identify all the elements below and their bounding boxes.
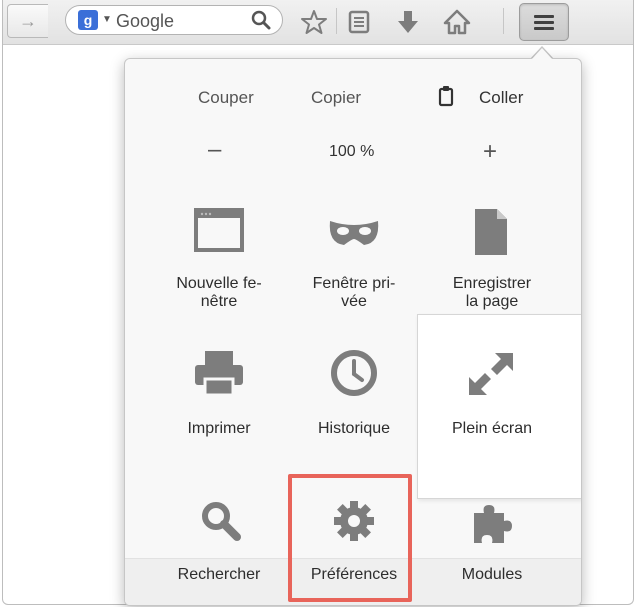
search-tile[interactable]: Rechercher [157,499,281,589]
save-page-tile[interactable]: Enregistrer la page [430,207,554,317]
chevron-down-icon[interactable]: ▼ [102,14,112,25]
browser-toolbar: → g ▼ Google [3,0,633,45]
cut-button[interactable]: Couper [198,88,254,108]
menu-button[interactable] [519,3,569,41]
fullscreen-tile[interactable]: Plein écran [430,349,554,449]
mask-icon [329,221,379,245]
back-button[interactable]: → [7,4,48,38]
search-bar[interactable]: g ▼ Google [65,5,283,35]
panel-arrow-inner [531,48,553,60]
highlight-box [288,474,412,602]
private-window-tile[interactable]: Fenêtre pri- vée [292,207,416,317]
arrow-right-icon: → [19,10,37,31]
print-label: Imprimer [187,420,251,437]
puzzle-icon [474,505,512,543]
search-input[interactable]: Google [116,11,174,32]
search-engine-icon[interactable]: g [78,10,98,30]
zoom-level[interactable]: 100 % [329,143,374,161]
search-label: Rechercher [177,566,261,583]
zoom-out-button[interactable]: – [208,136,221,164]
clipboard-icon [438,86,454,107]
zoom-in-button[interactable]: + [483,138,497,166]
printer-icon [195,351,243,397]
toolbar-separator [503,8,504,34]
star-icon[interactable] [300,8,328,36]
reader-icon[interactable] [346,9,372,35]
new-window-label: Nouvelle fe- nêtre [176,275,262,310]
menu-icon [534,15,554,30]
copy-button[interactable]: Copier [311,88,361,108]
new-window-tile[interactable]: Nouvelle fe- nêtre [157,207,281,317]
history-tile[interactable]: Historique [292,349,416,449]
addons-tile[interactable]: Modules [430,499,554,589]
download-icon[interactable] [395,8,421,36]
fullscreen-label: Plein écran [451,420,533,437]
save-page-label: Enregistrer la page [452,275,532,310]
expand-icon [469,353,513,395]
toolbar-separator [336,8,337,34]
search-icon [202,502,241,541]
print-tile[interactable]: Imprimer [157,349,281,449]
paste-button[interactable]: Coller [479,88,523,108]
history-label: Historique [317,420,391,437]
addons-label: Modules [461,566,523,583]
window-icon [194,208,244,252]
home-icon[interactable] [443,8,471,36]
private-window-label: Fenêtre pri- vée [312,275,396,310]
clock-icon [331,350,377,396]
magnifier-icon[interactable] [250,9,272,31]
page-icon [475,209,507,255]
